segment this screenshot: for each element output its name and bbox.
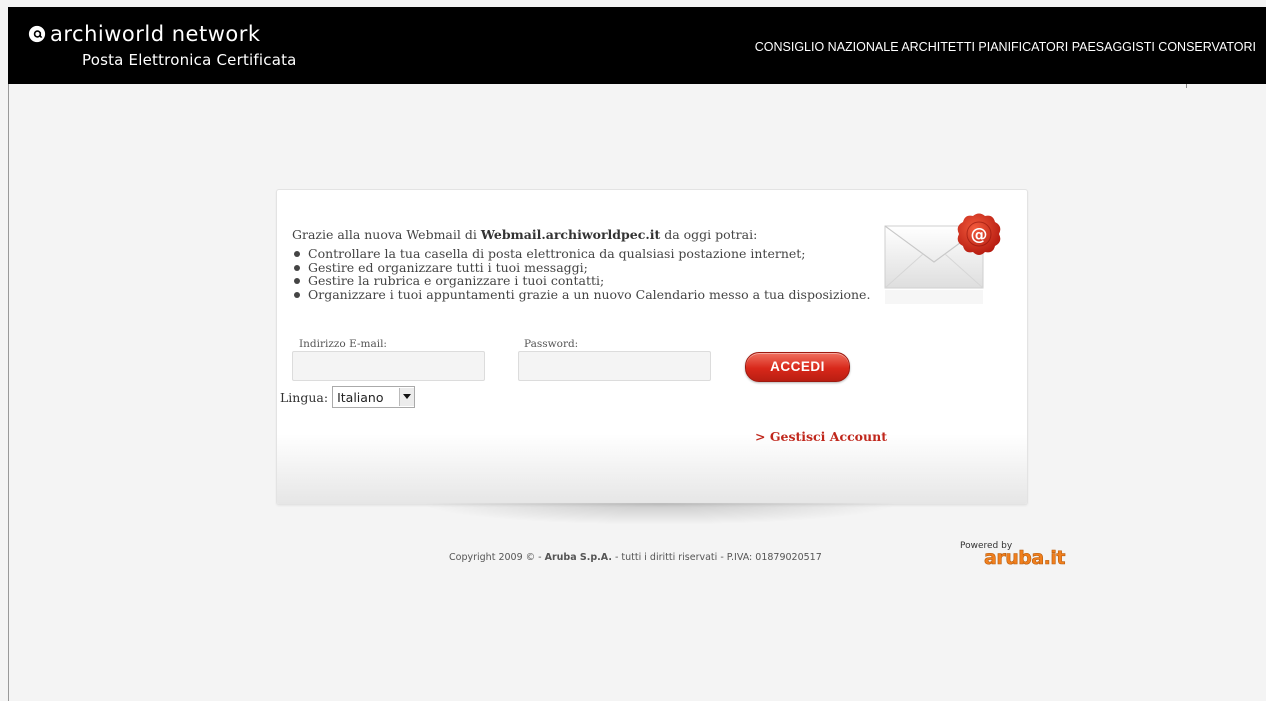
copyright-suffix: - tutti i diritti riservati - P.IVA: 018… [611,552,822,563]
intro-site-name: Webmail.archiworldpec.it [480,227,661,242]
card-footer-gradient [277,434,1027,504]
brand-subtitle: Posta Elettronica Certificata [82,51,297,69]
copyright-prefix: Copyright 2009 © - [449,552,545,563]
intro-prefix: Grazie alla nuova Webmail di [292,227,481,242]
card-shadow [420,503,900,525]
email-label: Indirizzo E-mail: [299,338,387,350]
brand-logo[interactable]: archiworld network Posta Elettronica Cer… [28,23,297,69]
password-label: Password: [524,338,579,350]
intro-text: Grazie alla nuova Webmail di Webmail.arc… [292,227,757,242]
company-name: Aruba S.p.A. [544,552,612,563]
chevron-down-icon[interactable] [399,388,415,406]
header-bar: archiworld network Posta Elettronica Cer… [8,7,1266,84]
accedi-button[interactable]: ACCEDI [745,352,850,382]
list-item: Organizzare i tuoi appuntamenti grazie a… [292,287,870,302]
powered-by-logo[interactable]: Powered by aruba.it [960,541,1066,570]
language-row: Lingua: Italiano [280,386,416,408]
at-sign-icon [28,25,46,43]
decorative-tick [1186,84,1187,88]
intro-suffix: da oggi potrai: [660,227,758,242]
aruba-logo: aruba.it [984,547,1066,570]
svg-text:@: @ [971,225,988,245]
password-input[interactable] [518,351,711,381]
language-selected-value: Italiano [337,389,384,405]
language-select[interactable]: Italiano [332,386,416,408]
brand-name: archiworld network [50,22,261,46]
list-item: Controllare la tua casella di posta elet… [292,247,870,261]
language-label: Lingua: [280,389,329,405]
login-card: Grazie alla nuova Webmail di Webmail.arc… [276,189,1028,505]
envelope-at-seal-icon: @ [884,213,1001,304]
copyright-text: Copyright 2009 © - Aruba S.p.A. - tutti … [449,552,822,563]
left-border [8,84,9,701]
list-item: Gestire ed organizzare tutti i tuoi mess… [292,260,870,275]
organization-name: CONSIGLIO NAZIONALE ARCHITETTI PIANIFICA… [754,40,1256,54]
manage-account-link[interactable]: > Gestisci Account [755,429,887,444]
feature-list: Controllare la tua casella di posta elet… [292,247,870,301]
email-input[interactable] [292,351,485,381]
list-item: Gestire la rubrica e organizzare i tuoi … [292,274,870,288]
